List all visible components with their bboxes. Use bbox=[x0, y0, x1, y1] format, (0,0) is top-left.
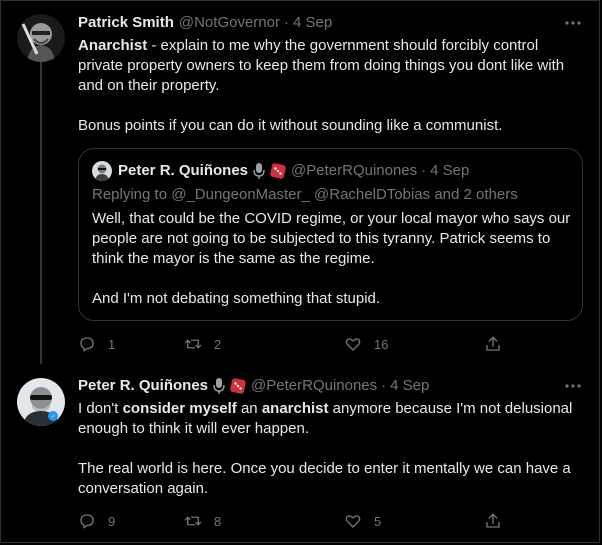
avatar-patrick-smith[interactable] bbox=[17, 14, 65, 62]
and-others-label[interactable]: and 2 others bbox=[434, 186, 517, 203]
like-icon bbox=[345, 515, 361, 528]
more-icon bbox=[565, 384, 581, 388]
microphone-icon bbox=[212, 377, 226, 395]
like-count: 5 bbox=[374, 513, 382, 529]
text-paragraph-2: The real world is here. Once you decide … bbox=[78, 460, 571, 497]
bold-consider-myself: consider myself bbox=[122, 400, 237, 417]
like-button[interactable]: 5 bbox=[344, 511, 381, 531]
text-segment: an bbox=[236, 400, 262, 417]
more-options-button[interactable] bbox=[564, 14, 582, 32]
tweet-date[interactable]: 4 Sep bbox=[293, 13, 332, 33]
separator-dot: · bbox=[381, 377, 387, 394]
tweet-header: Peter R. Quiñones @PeterRQuinones · 4 Se… bbox=[78, 376, 429, 396]
share-button[interactable] bbox=[484, 511, 502, 531]
reply-icon bbox=[80, 337, 94, 352]
dice-icon bbox=[270, 163, 286, 179]
tweet-patrick-smith[interactable]: Patrick Smith @NotGovernor · 4 Sep Anarc… bbox=[0, 0, 602, 360]
separator-dot: · bbox=[421, 162, 427, 179]
more-options-button[interactable] bbox=[564, 377, 582, 395]
author-handle[interactable]: @PeterRQuinones bbox=[251, 376, 377, 396]
retweet-button[interactable]: 8 bbox=[184, 511, 221, 531]
quoted-avatar bbox=[92, 161, 112, 181]
share-icon bbox=[486, 336, 500, 351]
bold-anarchist: anarchist bbox=[261, 400, 329, 417]
mention-racheldtobias[interactable]: @RachelDTobias bbox=[314, 186, 430, 203]
quoted-tweet-date: 4 Sep bbox=[430, 162, 470, 179]
text-paragraph-2: Bonus points if you can do it without so… bbox=[78, 117, 503, 134]
reply-button[interactable]: 9 bbox=[78, 511, 115, 531]
like-count: 16 bbox=[374, 336, 389, 352]
share-icon bbox=[486, 513, 500, 528]
reply-count: 1 bbox=[108, 336, 116, 352]
retweet-icon bbox=[184, 339, 202, 349]
author-name[interactable]: Peter R. Quiñones bbox=[78, 376, 208, 396]
more-icon bbox=[565, 21, 581, 25]
tweet-peter-quinones[interactable]: ✓ Peter R. Quiñones @PeterRQuinones · 4 … bbox=[0, 360, 602, 545]
quoted-author-handle: @PeterRQuinones bbox=[291, 162, 418, 179]
author-handle[interactable]: @NotGovernor bbox=[179, 13, 280, 33]
retweet-icon bbox=[184, 516, 202, 526]
like-icon bbox=[345, 338, 361, 351]
author-name[interactable]: Patrick Smith bbox=[78, 13, 174, 33]
reply-button[interactable]: 1 bbox=[78, 334, 115, 354]
retweet-count: 8 bbox=[214, 513, 222, 529]
dice-icon bbox=[230, 378, 246, 394]
text-line: - explain to me why the government shoul… bbox=[78, 37, 565, 94]
quoted-tweet[interactable]: Peter R. Quiñones @PeterRQuinones · 4 Se… bbox=[78, 148, 583, 321]
quoted-tweet-text: Well, that could be the COVID regime, or… bbox=[92, 209, 572, 329]
quoted-tweet-header: Peter R. Quiñones @PeterRQuinones · 4 Se… bbox=[92, 161, 469, 181]
text-segment: I don't bbox=[78, 400, 123, 417]
avatar-peter-quinones[interactable]: ✓ bbox=[17, 378, 65, 426]
tweet-text: I don't consider myself an anarchist any… bbox=[78, 399, 578, 519]
tweet-actions: 1 2 16 bbox=[78, 334, 518, 354]
svg-text:✓: ✓ bbox=[51, 414, 55, 420]
tweet-date[interactable]: 4 Sep bbox=[390, 376, 429, 396]
quoted-paragraph-2: And I'm not debating something that stup… bbox=[92, 290, 381, 307]
bold-anarchist: Anarchist bbox=[78, 37, 148, 54]
reply-count: 9 bbox=[108, 513, 116, 529]
tweet-text: Anarchist - explain to me why the govern… bbox=[78, 36, 578, 156]
mention-dungeonmaster[interactable]: @_DungeonMaster_ bbox=[171, 186, 310, 203]
tweet-header: Patrick Smith @NotGovernor · 4 Sep bbox=[78, 13, 332, 33]
tweet-actions: 9 8 5 bbox=[78, 511, 518, 531]
microphone-icon bbox=[252, 162, 266, 180]
retweet-count: 2 bbox=[214, 336, 222, 352]
like-button[interactable]: 16 bbox=[344, 334, 388, 354]
reply-icon bbox=[80, 514, 94, 529]
share-button[interactable] bbox=[484, 334, 502, 354]
retweet-button[interactable]: 2 bbox=[184, 334, 221, 354]
quoted-author-name: Peter R. Quiñones bbox=[118, 162, 249, 179]
replying-to-line: Replying to @_DungeonMaster_ @RachelDTob… bbox=[92, 185, 518, 205]
separator-dot: · bbox=[283, 14, 289, 31]
replying-to-label: Replying to bbox=[92, 186, 168, 203]
quoted-paragraph-1: Well, that could be the COVID regime, or… bbox=[92, 210, 571, 267]
